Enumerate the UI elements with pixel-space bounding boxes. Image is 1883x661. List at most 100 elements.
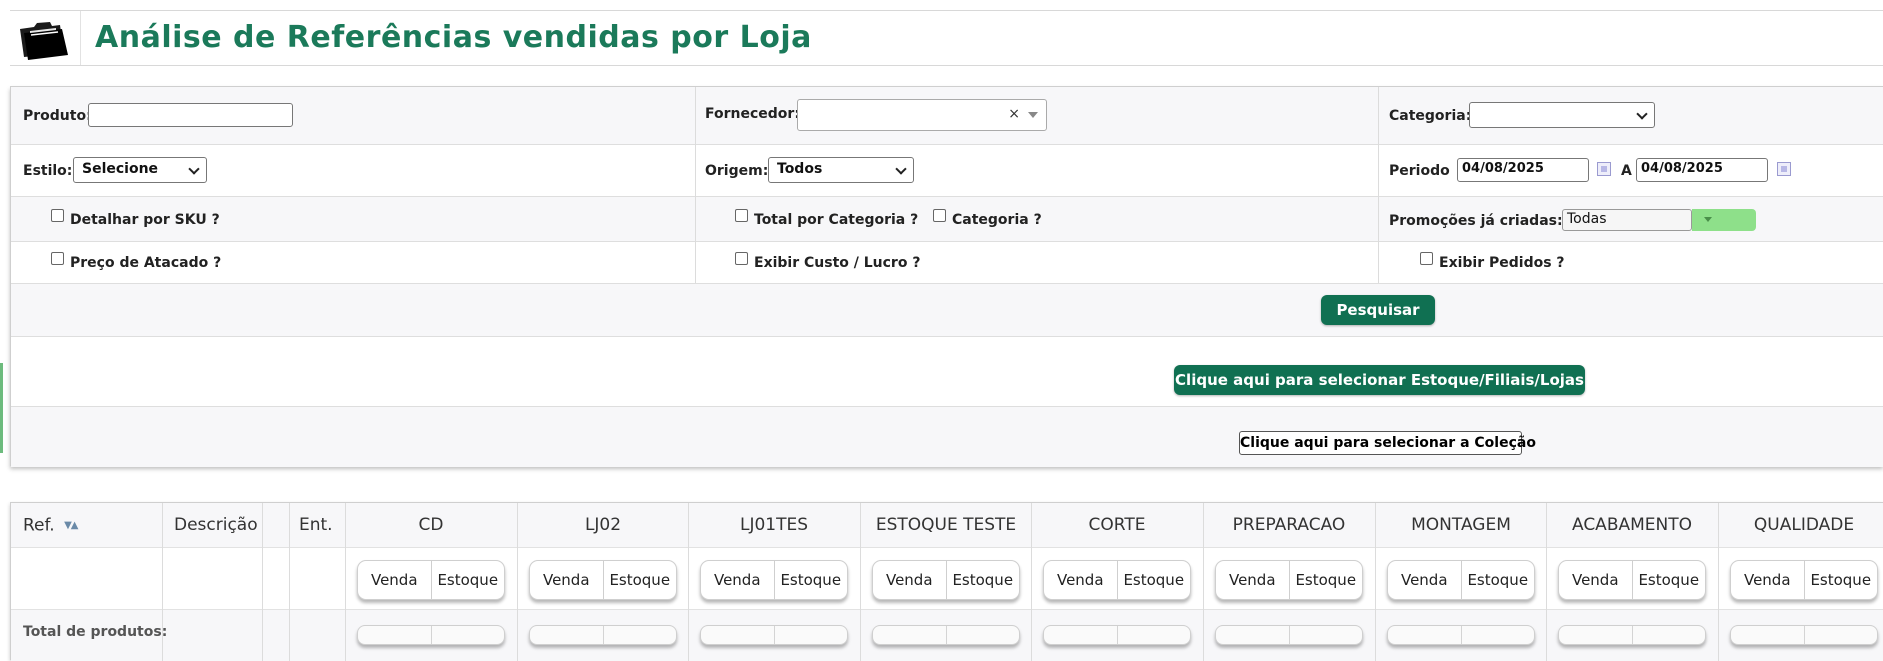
- col-header-store[interactable]: CD: [345, 503, 517, 548]
- origem-value: Todos: [777, 161, 823, 177]
- col-header-ent[interactable]: Ent.: [299, 503, 333, 548]
- promocoes-toggle[interactable]: [1692, 209, 1756, 231]
- estilo-label: Estilo:: [23, 163, 73, 179]
- total-venda-value: [701, 626, 774, 644]
- col-ref-label: Ref.: [23, 515, 55, 536]
- checkbox-box[interactable]: [933, 208, 946, 222]
- categoria-select[interactable]: [1469, 102, 1655, 128]
- venda-label[interactable]: Venda: [1388, 561, 1461, 599]
- total-venda-value: [1559, 626, 1632, 644]
- venda-estoque-toggle[interactable]: Venda Estoque: [700, 560, 848, 600]
- estoque-label[interactable]: Estoque: [1290, 561, 1363, 599]
- estoque-label[interactable]: Estoque: [775, 561, 848, 599]
- promocoes-label: Promoções já criadas:: [1389, 213, 1563, 229]
- total-categoria-checkbox[interactable]: Total por Categoria ?: [735, 208, 918, 228]
- origem-select[interactable]: Todos: [768, 157, 914, 183]
- venda-label[interactable]: Venda: [1731, 561, 1804, 599]
- produto-input[interactable]: [88, 103, 293, 127]
- col-header-store[interactable]: ACABAMENTO: [1546, 503, 1718, 548]
- clear-icon[interactable]: ×: [1008, 106, 1020, 122]
- exibir-custo-checkbox[interactable]: Exibir Custo / Lucro ?: [735, 251, 920, 271]
- exibir-pedidos-checkbox[interactable]: Exibir Pedidos ?: [1420, 251, 1565, 271]
- header-divider: [80, 11, 81, 65]
- checkbox-box[interactable]: [51, 251, 64, 265]
- venda-label[interactable]: Venda: [530, 561, 603, 599]
- total-estoque-value: [1462, 626, 1535, 644]
- estilo-value: Selecione: [82, 161, 159, 177]
- promocoes-select[interactable]: Todas: [1562, 209, 1692, 231]
- total-value-cell: [357, 625, 505, 645]
- estoque-label[interactable]: Estoque: [1805, 561, 1878, 599]
- venda-estoque-toggle[interactable]: Venda Estoque: [1387, 560, 1535, 600]
- estoque-label[interactable]: Estoque: [1462, 561, 1535, 599]
- venda-estoque-toggle[interactable]: Venda Estoque: [1215, 560, 1363, 600]
- detalhar-sku-checkbox[interactable]: Detalhar por SKU ?: [51, 208, 220, 228]
- col-header-store[interactable]: ESTOQUE TESTE: [860, 503, 1032, 548]
- venda-estoque-toggle[interactable]: Venda Estoque: [357, 560, 505, 600]
- total-estoque-value: [432, 626, 505, 644]
- categoria-check-label: Categoria ?: [952, 212, 1042, 228]
- col-header-store[interactable]: LJ02: [517, 503, 689, 548]
- chevron-down-icon: [1636, 108, 1648, 120]
- select-estoque-button[interactable]: Clique aqui para selecionar Estoque/Fili…: [1174, 365, 1585, 395]
- total-estoque-value: [775, 626, 848, 644]
- venda-label[interactable]: Venda: [1559, 561, 1632, 599]
- checkbox-box[interactable]: [735, 251, 748, 265]
- total-estoque-value: [1118, 626, 1191, 644]
- checkbox-box[interactable]: [735, 208, 748, 222]
- periodo-to-input[interactable]: 04/08/2025: [1636, 158, 1768, 182]
- checkbox-box[interactable]: [51, 208, 64, 222]
- column-divider: [695, 87, 696, 283]
- col-header-store[interactable]: MONTAGEM: [1375, 503, 1547, 548]
- col-header-ref[interactable]: Ref. ▼▲: [23, 503, 78, 548]
- venda-label[interactable]: Venda: [358, 561, 431, 599]
- calendar-icon[interactable]: [1777, 162, 1791, 176]
- venda-label[interactable]: Venda: [1044, 561, 1117, 599]
- col-header-store[interactable]: PREPARACAO: [1203, 503, 1375, 548]
- estoque-label[interactable]: Estoque: [1633, 561, 1706, 599]
- venda-estoque-toggle[interactable]: Venda Estoque: [529, 560, 677, 600]
- venda-estoque-toggle[interactable]: Venda Estoque: [872, 560, 1020, 600]
- total-value-cell: [1558, 625, 1706, 645]
- sort-icon[interactable]: ▼▲: [64, 503, 78, 548]
- estoque-label[interactable]: Estoque: [432, 561, 505, 599]
- preco-atacado-checkbox[interactable]: Preço de Atacado ?: [51, 251, 222, 271]
- filter-row-5: [11, 284, 1883, 337]
- estilo-select[interactable]: Selecione: [73, 157, 207, 183]
- periodo-from-input[interactable]: 04/08/2025: [1457, 158, 1589, 182]
- calendar-icon[interactable]: [1597, 162, 1611, 176]
- total-estoque-value: [604, 626, 677, 644]
- results-grid: Ref. ▼▲ Descrição Ent. Total de produtos…: [10, 502, 1883, 661]
- col-header-store[interactable]: LJ01TES: [688, 503, 860, 548]
- fornecedor-select[interactable]: ×: [797, 99, 1047, 131]
- venda-label[interactable]: Venda: [873, 561, 946, 599]
- estoque-label[interactable]: Estoque: [604, 561, 677, 599]
- venda-estoque-toggle[interactable]: Venda Estoque: [1730, 560, 1878, 600]
- estoque-label[interactable]: Estoque: [947, 561, 1020, 599]
- exibir-pedidos-label: Exibir Pedidos ?: [1439, 255, 1565, 271]
- col-header-store[interactable]: CORTE: [1031, 503, 1203, 548]
- column-divider: [1378, 87, 1379, 283]
- venda-label[interactable]: Venda: [1216, 561, 1289, 599]
- venda-estoque-toggle[interactable]: Venda Estoque: [1558, 560, 1706, 600]
- preco-atacado-label: Preço de Atacado ?: [70, 255, 222, 271]
- total-value-cell: [529, 625, 677, 645]
- select-colecao-button[interactable]: Clique aqui para selecionar a Coleção: [1239, 431, 1536, 455]
- origem-label: Origem:: [705, 163, 769, 179]
- total-venda-value: [1731, 626, 1804, 644]
- col-header-descricao[interactable]: Descrição: [174, 503, 258, 548]
- col-header-store[interactable]: QUALIDADE: [1718, 503, 1883, 548]
- categoria-checkbox[interactable]: Categoria ?: [933, 208, 1042, 228]
- page-header: Análise de Referências vendidas por Loja: [10, 10, 1883, 66]
- estoque-label[interactable]: Estoque: [1118, 561, 1191, 599]
- checkbox-box[interactable]: [1420, 251, 1433, 265]
- page-title: Análise de Referências vendidas por Loja: [95, 20, 812, 55]
- categoria-label: Categoria:: [1389, 108, 1472, 124]
- total-estoque-value: [947, 626, 1020, 644]
- total-venda-value: [530, 626, 603, 644]
- pesquisar-button[interactable]: Pesquisar: [1321, 295, 1435, 325]
- venda-label[interactable]: Venda: [701, 561, 774, 599]
- total-value-cell: [1730, 625, 1878, 645]
- left-edge-accent: [0, 363, 3, 453]
- venda-estoque-toggle[interactable]: Venda Estoque: [1043, 560, 1191, 600]
